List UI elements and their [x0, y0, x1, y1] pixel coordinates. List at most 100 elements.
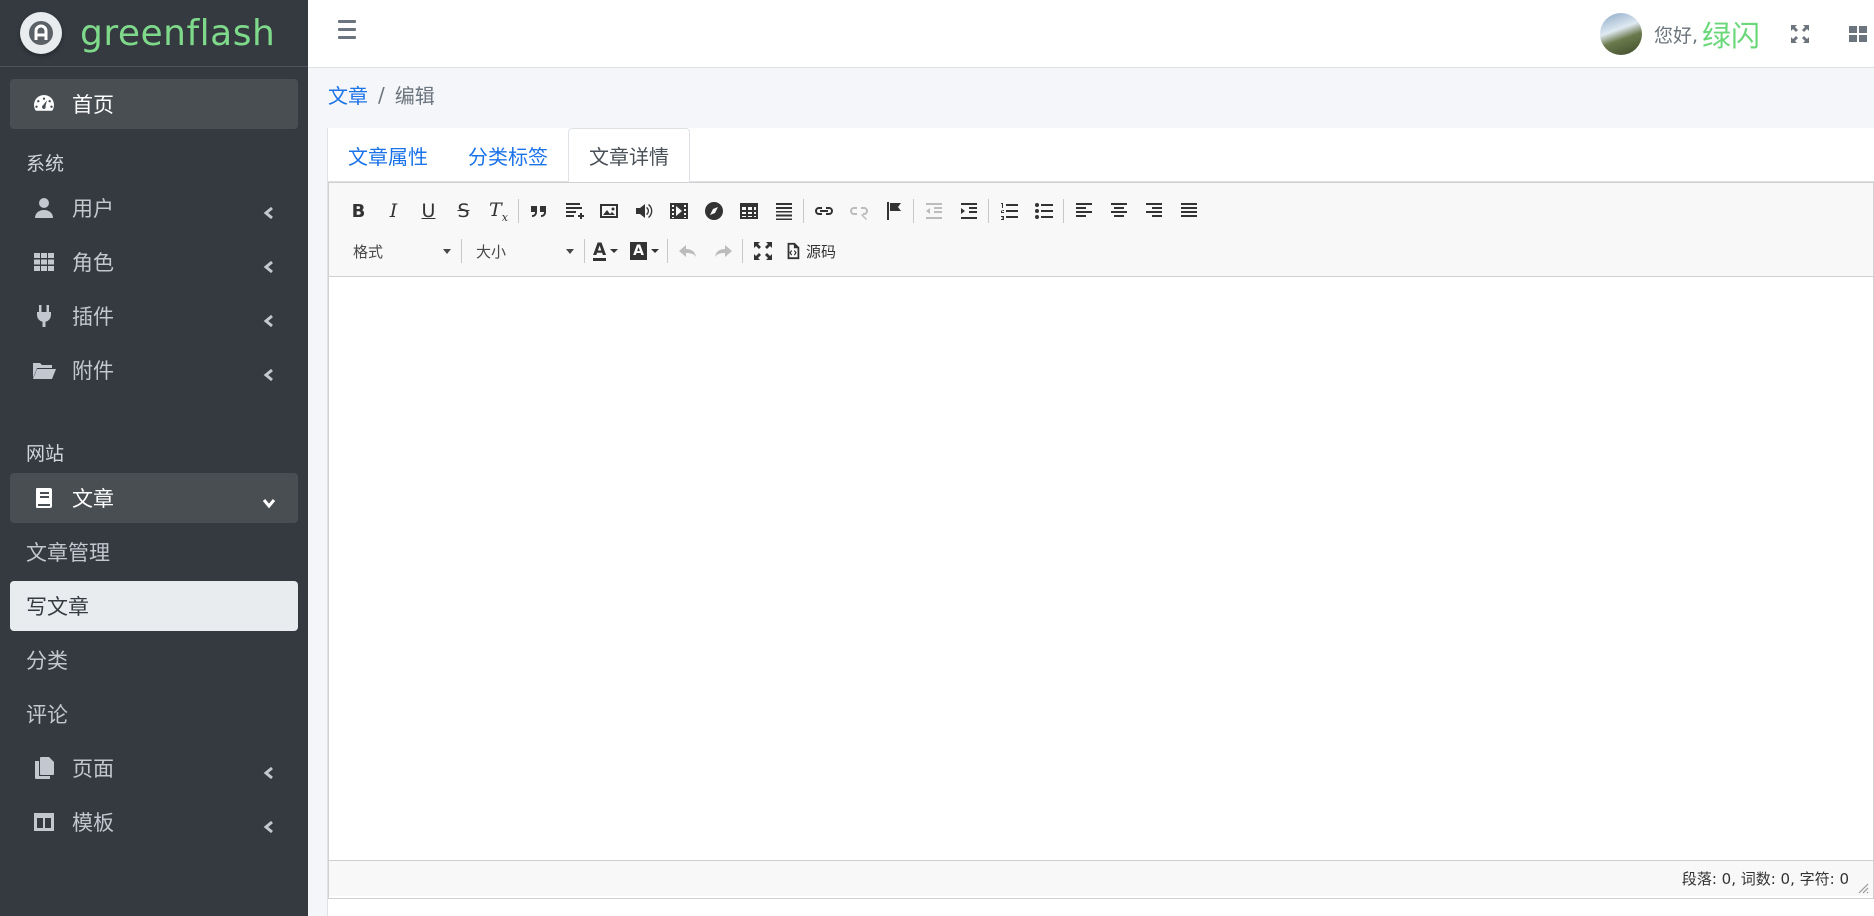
- audio-icon[interactable]: [626, 196, 661, 226]
- sidebar-item-home[interactable]: 首页: [10, 79, 298, 129]
- breadcrumb-separator: /: [378, 82, 385, 107]
- strikethrough-icon[interactable]: S: [446, 196, 481, 226]
- brand[interactable]: greenflash: [0, 0, 308, 67]
- sidebar-item-plugins[interactable]: 插件: [10, 291, 298, 341]
- word-count-status: 段落: 0, 词数: 0, 字符: 0: [1681, 870, 1849, 888]
- video-icon[interactable]: [661, 196, 696, 226]
- sidebar-item-label: 文章: [72, 487, 114, 511]
- compass-icon[interactable]: [696, 196, 731, 226]
- grid-icon: [30, 248, 58, 276]
- bulleted-list-icon[interactable]: [1026, 196, 1061, 226]
- tab-category-tags[interactable]: 分类标签: [448, 128, 568, 182]
- align-right-icon[interactable]: [1136, 196, 1171, 226]
- editor-toolbar: B I U S Tx 格式 大小 A A 源码: [329, 183, 1873, 277]
- table-icon[interactable]: [731, 196, 766, 226]
- sidebar-subitem-categories[interactable]: 分类: [10, 635, 298, 685]
- horizontal-rule-icon[interactable]: [766, 196, 801, 226]
- chevron-left-icon: [262, 201, 276, 220]
- toolbar-row-1: B I U S Tx: [341, 191, 1863, 231]
- align-left-icon[interactable]: [1066, 196, 1101, 226]
- resize-handle-icon[interactable]: [1857, 880, 1869, 894]
- text-color-button[interactable]: A: [587, 236, 624, 266]
- section-header-site: 网站: [26, 443, 65, 465]
- insert-block-icon[interactable]: [556, 196, 591, 226]
- align-center-icon[interactable]: [1101, 196, 1136, 226]
- breadcrumb-link-articles[interactable]: 文章: [328, 80, 368, 109]
- toolbar-row-2: 格式 大小 A A 源码: [341, 231, 1863, 271]
- text-color-icon: A: [593, 239, 607, 261]
- source-code-button[interactable]: 源码: [780, 236, 836, 266]
- source-code-icon: [787, 242, 800, 260]
- italic-icon[interactable]: I: [376, 196, 411, 226]
- link-icon[interactable]: [806, 196, 841, 226]
- numbered-list-icon[interactable]: [991, 196, 1026, 226]
- sidebar-item-pages[interactable]: 页面: [10, 743, 298, 793]
- breadcrumb: 文章 / 编辑: [328, 80, 435, 109]
- caret-down-icon: [443, 248, 451, 254]
- sidebar-item-articles[interactable]: 文章: [10, 473, 298, 523]
- username[interactable]: 绿闪: [1702, 13, 1760, 55]
- topbar: 您好, 绿闪: [308, 0, 1874, 68]
- sidebar-item-label: 附件: [72, 359, 114, 383]
- sidebar-item-roles[interactable]: 角色: [10, 237, 298, 287]
- avatar[interactable]: [1599, 13, 1642, 55]
- bold-icon[interactable]: B: [341, 196, 376, 226]
- sidebar-item-label: 首页: [72, 93, 114, 117]
- background-color-button[interactable]: A: [624, 236, 665, 266]
- hamburger-menu-icon[interactable]: [338, 20, 364, 46]
- sidebar-item-label: 插件: [72, 305, 114, 329]
- plug-icon: [30, 302, 58, 330]
- sidebar-item-label: 角色: [72, 251, 114, 275]
- chevron-down-icon: [262, 491, 276, 509]
- sidebar-subitem-comments[interactable]: 评论: [10, 689, 298, 739]
- chevron-left-icon: [262, 363, 276, 382]
- chevron-left-icon: [262, 255, 276, 274]
- blockquote-icon[interactable]: [521, 196, 556, 226]
- section-header-system: 系统: [26, 153, 65, 175]
- sidebar-subitem-write-article[interactable]: 写文章: [10, 581, 298, 631]
- editor-card: 文章属性 分类标签 文章详情 B I U S Tx 格式 大小 A A 源码 段…: [327, 128, 1874, 916]
- unlink-icon[interactable]: [841, 196, 876, 226]
- editor-content-area[interactable]: [329, 277, 1873, 860]
- format-dropdown[interactable]: 格式: [341, 236, 459, 266]
- sidebar-item-label: 模板: [72, 811, 114, 835]
- background-color-icon: A: [630, 242, 648, 260]
- dashboard-icon: [30, 90, 58, 118]
- image-icon[interactable]: [591, 196, 626, 226]
- sidebar-item-label: 页面: [72, 757, 114, 781]
- sidebar-item-templates[interactable]: 模板: [10, 797, 298, 847]
- copy-icon: [30, 754, 58, 782]
- grid-layout-icon[interactable]: [1846, 22, 1870, 46]
- indent-icon[interactable]: [951, 196, 986, 226]
- editor-status-bar: 段落: 0, 词数: 0, 字符: 0: [329, 860, 1873, 896]
- sidebar-nav: 首页 系统 用户 角色 插件 附件 网站 文章 文章管理 写文章 分类 评论 页…: [0, 79, 308, 847]
- undo-icon[interactable]: [670, 236, 705, 266]
- breadcrumb-current: 编辑: [394, 84, 435, 108]
- greeting-text: 您好,: [1653, 24, 1698, 47]
- outdent-icon[interactable]: [916, 196, 951, 226]
- align-justify-icon[interactable]: [1171, 196, 1206, 226]
- tab-bar: 文章属性 分类标签 文章详情: [328, 128, 1874, 183]
- rich-text-editor: B I U S Tx 格式 大小 A A 源码 段落: 0, 词数: 0, 字符…: [328, 182, 1874, 899]
- anchor-flag-icon[interactable]: [876, 196, 911, 226]
- tab-article-details[interactable]: 文章详情: [568, 128, 690, 183]
- underline-icon[interactable]: U: [411, 196, 446, 226]
- source-code-label: 源码: [806, 242, 837, 261]
- redo-icon[interactable]: [705, 236, 740, 266]
- clear-format-icon[interactable]: Tx: [481, 196, 516, 226]
- user-icon: [30, 194, 58, 222]
- fullscreen-icon[interactable]: [1788, 22, 1812, 46]
- book-icon: [30, 484, 58, 512]
- brand-logo-icon: [20, 12, 62, 54]
- sidebar-item-users[interactable]: 用户: [10, 183, 298, 233]
- sidebar-item-attachments[interactable]: 附件: [10, 345, 298, 395]
- chevron-left-icon: [262, 815, 276, 834]
- sidebar-subitem-article-manage[interactable]: 文章管理: [10, 527, 298, 577]
- chevron-left-icon: [262, 761, 276, 780]
- tab-article-properties[interactable]: 文章属性: [328, 128, 448, 182]
- sidebar-item-label: 用户: [72, 197, 114, 221]
- maximize-icon[interactable]: [745, 236, 780, 266]
- size-dropdown[interactable]: 大小: [464, 236, 582, 266]
- chevron-left-icon: [262, 309, 276, 328]
- brand-name: greenflash: [80, 12, 276, 54]
